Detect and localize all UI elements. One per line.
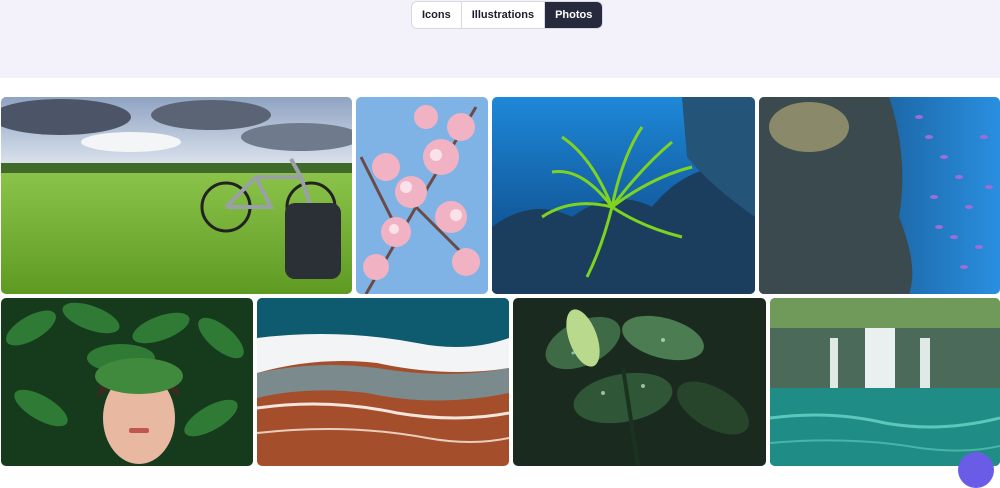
photo-ocean-waves-beach[interactable] xyxy=(257,298,509,466)
category-tabs: Icons Illustrations Photos xyxy=(411,1,604,29)
tab-icons[interactable]: Icons xyxy=(412,2,462,28)
floating-action-button[interactable] xyxy=(958,452,994,488)
photo-cherry-blossom[interactable] xyxy=(356,97,488,294)
header-area: Icons Illustrations Photos xyxy=(0,0,1000,78)
photo-bicycle-meadow[interactable] xyxy=(1,97,352,294)
photo-grid xyxy=(0,97,1000,466)
tab-photos[interactable]: Photos xyxy=(545,2,603,28)
tab-illustrations[interactable]: Illustrations xyxy=(462,2,546,28)
photo-wet-green-leaves[interactable] xyxy=(513,298,766,466)
photo-woman-leaves[interactable] xyxy=(1,298,253,466)
photo-coral-feather-star[interactable] xyxy=(492,97,755,294)
photo-forest-waterfall[interactable] xyxy=(770,298,1000,466)
photo-reef-fish[interactable] xyxy=(759,97,1000,294)
